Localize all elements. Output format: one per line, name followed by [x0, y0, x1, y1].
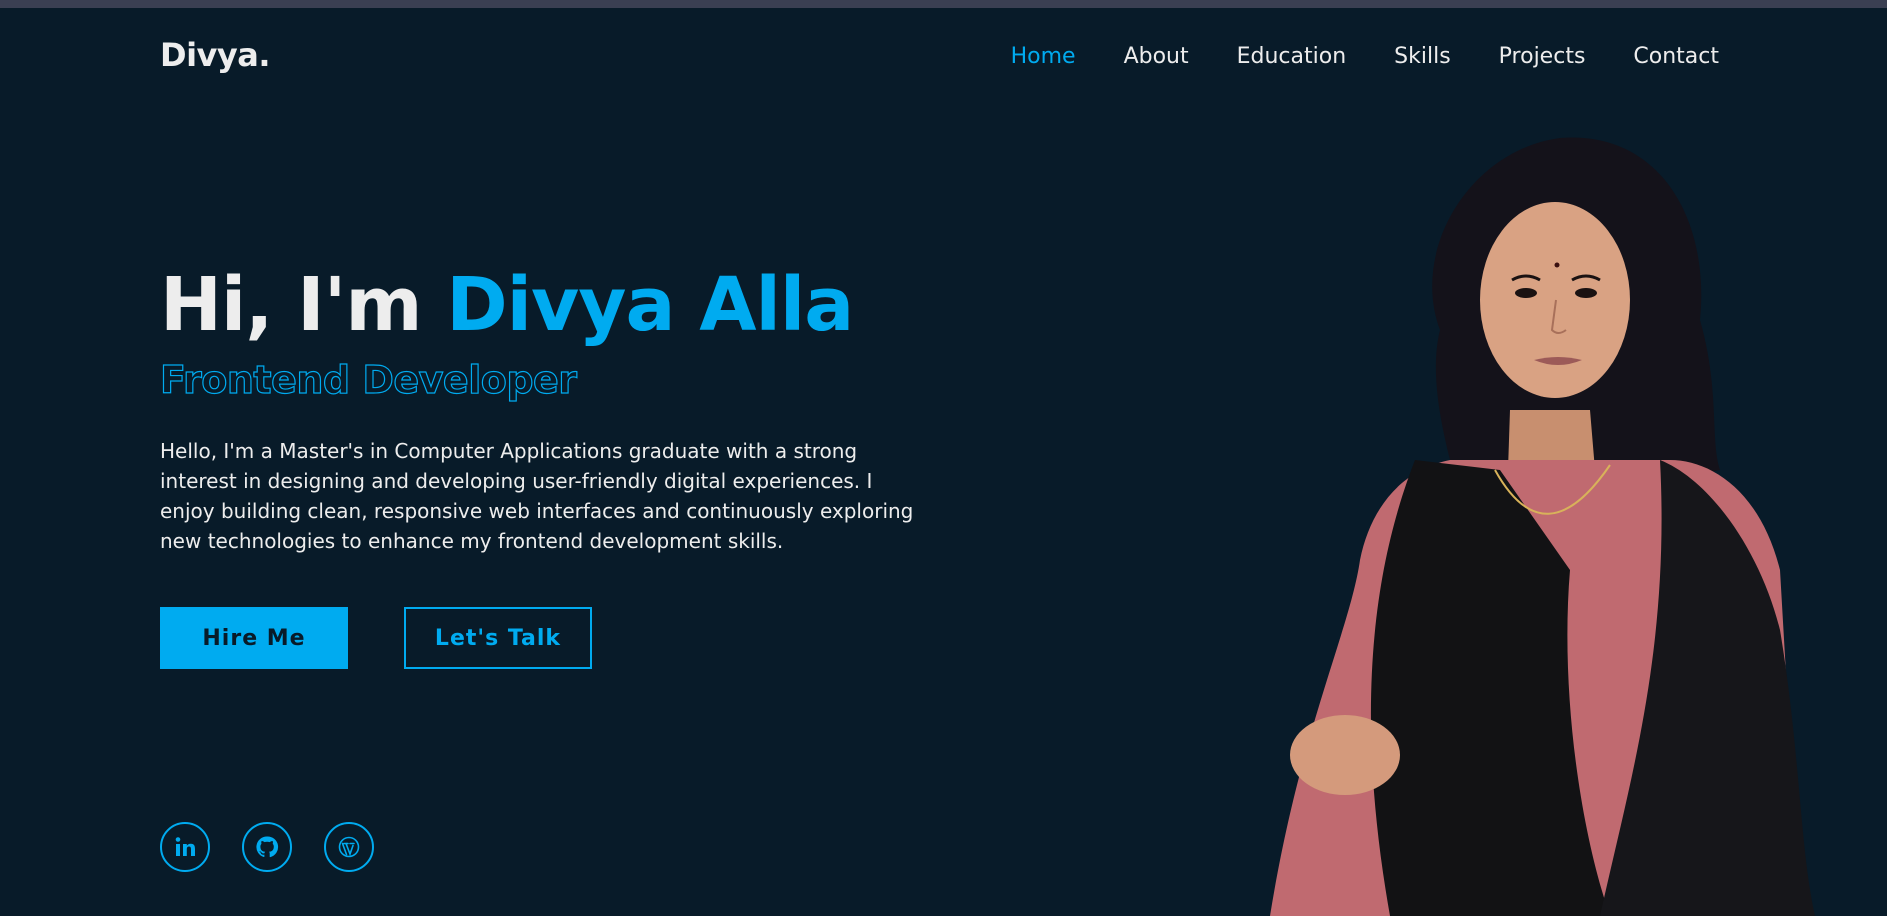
social-links [160, 822, 374, 872]
github-icon [256, 836, 279, 858]
github-link[interactable] [242, 822, 292, 872]
hero-role: Frontend Developer [159, 357, 577, 402]
logo[interactable]: Divya. [160, 36, 271, 74]
nav-home[interactable]: Home [1011, 44, 1076, 69]
nav-skills[interactable]: Skills [1394, 44, 1451, 69]
nav-contact[interactable]: Contact [1633, 44, 1719, 69]
browser-top-bar [0, 0, 1887, 8]
nav-projects[interactable]: Projects [1499, 44, 1586, 69]
site-header: Divya. Home About Education Skills Proje… [0, 8, 1887, 108]
wordpress-icon [338, 836, 360, 858]
wordpress-link[interactable] [324, 822, 374, 872]
linkedin-link[interactable] [160, 822, 210, 872]
hire-me-button[interactable]: Hire Me [160, 607, 348, 669]
profile-photo [1270, 137, 1815, 916]
nav-about[interactable]: About [1124, 44, 1189, 69]
lets-talk-button[interactable]: Let's Talk [404, 607, 592, 669]
hero-greeting: Hi, I'm [160, 262, 447, 348]
hero-title: Hi, I'm Divya Alla [160, 262, 854, 348]
main-nav: Home About Education Skills Projects Con… [1011, 44, 1719, 69]
nav-education[interactable]: Education [1237, 44, 1347, 69]
hero-name: Divya Alla [446, 262, 854, 348]
hero-description: Hello, I'm a Master's in Computer Applic… [160, 439, 914, 553]
linkedin-icon [175, 837, 195, 856]
